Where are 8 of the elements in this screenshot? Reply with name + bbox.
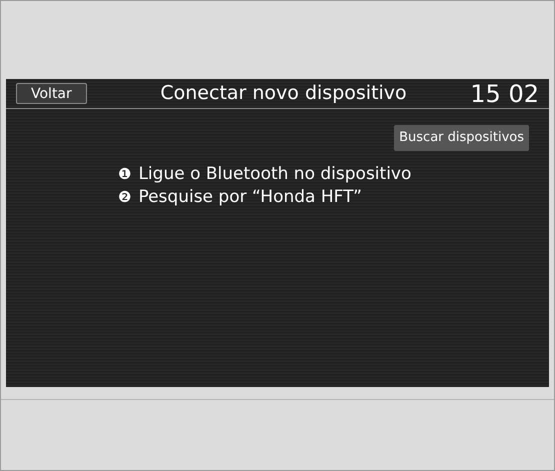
clock: 15 02 [470,78,539,110]
step-text: Ligue o Bluetooth no dispositivo [138,163,412,186]
step-text: Pesquise por “Honda HFT” [138,186,362,209]
step-number: ❶ [118,164,132,185]
screen-title: Conectar novo dispositivo [159,81,408,106]
search-devices-button[interactable]: Buscar dispositivos [394,125,529,151]
back-button[interactable]: Voltar [16,83,87,104]
step-number: ❷ [118,187,132,208]
